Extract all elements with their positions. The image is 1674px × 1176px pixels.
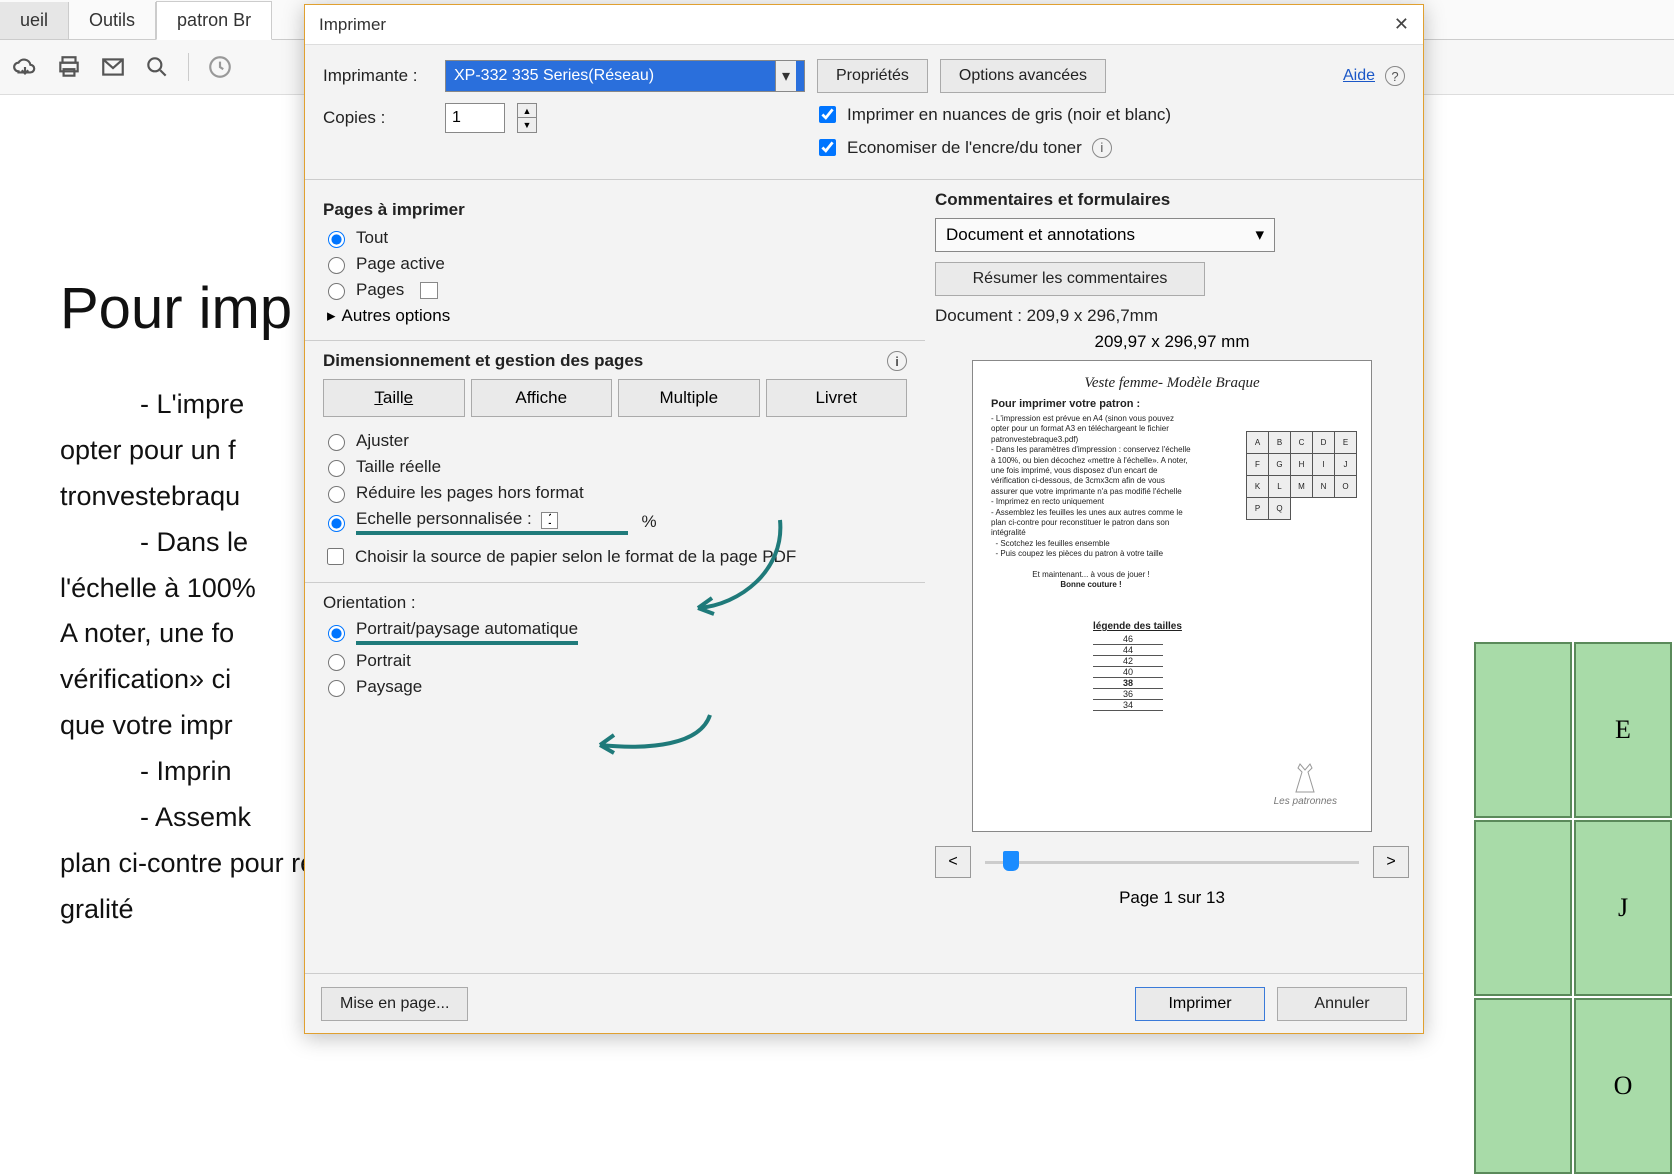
grayscale-checkbox[interactable]: Imprimer en nuances de gris (noir et bla… [815,103,1405,126]
search-icon[interactable] [144,54,170,80]
preview-subtitle: Pour imprimer votre patron : [991,398,1353,410]
print-button[interactable]: Imprimer [1135,987,1265,1021]
radio-landscape[interactable]: Paysage [323,677,907,697]
preview-next-button[interactable]: > [1373,846,1409,878]
radio-portrait-label: Portrait [356,651,411,671]
cloud-icon[interactable] [12,54,38,80]
preview-layout-grid: ABCDE FGHIJ KLMNO PQ [1246,431,1357,520]
radio-fit[interactable]: Ajuster [323,431,907,451]
save-ink-checkbox[interactable]: Economiser de l'encre/du toner [815,136,1082,159]
help-link[interactable]: Aide [1343,67,1375,85]
help-info-icon[interactable]: ? [1385,66,1405,86]
radio-pages-label: Pages [356,280,404,300]
radio-all-label: Tout [356,228,388,248]
size-tab-livret[interactable]: Livret [766,379,908,417]
radio-auto-orientation[interactable]: Portrait/paysage automatique [323,619,907,645]
pattern-grid: E J O [1472,640,1674,1176]
sizing-info-icon[interactable]: i [887,351,907,371]
size-tab-affiche[interactable]: Affiche [471,379,613,417]
grayscale-label: Imprimer en nuances de gris (noir et bla… [847,105,1171,125]
stepper-down-icon[interactable]: ▼ [518,118,536,132]
radio-landscape-label: Paysage [356,677,422,697]
radio-shrink-label: Réduire les pages hors format [356,483,584,503]
tab-home[interactable]: ueil [0,2,69,39]
radio-shrink-oversize[interactable]: Réduire les pages hors format [323,483,907,503]
page-range-input[interactable] [420,282,438,299]
tab-tools[interactable]: Outils [69,2,156,39]
dialog-title: Imprimer [319,15,386,35]
page-setup-button[interactable]: Mise en page... [321,987,468,1021]
close-icon[interactable]: ✕ [1394,14,1409,35]
stepper-up-icon[interactable]: ▲ [518,104,536,118]
paper-source-label: Choisir la source de papier selon le for… [355,547,796,567]
radio-current-page[interactable]: Page active [323,254,907,274]
preview-page-slider[interactable] [985,857,1359,867]
printer-value: XP-332 335 Series(Réseau) [454,67,654,85]
chevron-down-icon: ▾ [775,61,796,91]
more-options-toggle[interactable]: ▸ Autres options [327,306,907,326]
toolbar-divider [188,53,189,81]
radio-actual-label: Taille réelle [356,457,441,477]
triangle-right-icon: ▸ [327,306,336,326]
tab-document[interactable]: patron Br [156,1,272,40]
summarize-comments-button[interactable]: Résumer les commentaires [935,262,1205,296]
preview-prev-button[interactable]: < [935,846,971,878]
radio-page-range[interactable]: Pages [323,280,907,300]
comments-section-title: Commentaires et formulaires [935,190,1170,210]
page-indicator: Page 1 sur 13 [935,888,1409,908]
radio-custom-label: Echelle personnalisée : [356,509,532,528]
copies-label: Copies : [323,108,433,128]
properties-button[interactable]: Propriétés [817,59,928,93]
chevron-down-icon: ▾ [1255,225,1264,245]
preview-size-legend: légende des tailles 46 44 42 40 38 36 34 [1093,621,1182,711]
copies-stepper[interactable]: ▲▼ [517,103,537,133]
size-tab-multiple[interactable]: Multiple [618,379,760,417]
radio-custom-scale[interactable]: Echelle personnalisée : % [323,509,907,535]
radio-auto-label: Portrait/paysage automatique [356,619,578,645]
info-icon[interactable]: i [1092,138,1112,158]
print-dialog: Imprimer ✕ Imprimante : XP-332 335 Serie… [304,4,1424,1034]
comments-value: Document et annotations [946,225,1135,245]
target-icon[interactable] [207,54,233,80]
printer-label: Imprimante : [323,66,433,86]
radio-actual-size[interactable]: Taille réelle [323,457,907,477]
printer-select[interactable]: XP-332 335 Series(Réseau) ▾ [445,60,805,92]
document-dimensions: Document : 209,9 x 296,7mm [935,306,1409,326]
advanced-options-button[interactable]: Options avancées [940,59,1106,93]
orientation-title: Orientation : [323,593,907,613]
preview-title: Veste femme- Modèle Braque [991,375,1353,392]
custom-scale-input[interactable] [541,512,558,529]
cancel-button[interactable]: Annuler [1277,987,1407,1021]
more-options-label: Autres options [342,306,451,326]
pages-section-title: Pages à imprimer [323,200,465,220]
radio-portrait[interactable]: Portrait [323,651,907,671]
radio-fit-label: Ajuster [356,431,409,451]
mail-icon[interactable] [100,54,126,80]
radio-all-pages[interactable]: Tout [323,228,907,248]
sizing-section-title: Dimensionnement et gestion des pages [323,351,643,371]
paper-source-checkbox[interactable]: Choisir la source de papier selon le for… [323,545,907,568]
print-preview: Veste femme- Modèle Braque Pour imprimer… [972,360,1372,832]
copies-input[interactable] [445,103,505,133]
comments-select[interactable]: Document et annotations ▾ [935,218,1275,252]
radio-current-label: Page active [356,254,445,274]
preview-brand: Les patronnes [1274,762,1337,807]
percent-label: % [642,512,657,532]
save-ink-label: Economiser de l'encre/du toner [847,138,1082,158]
preview-dimensions: 209,97 x 296,97 mm [935,332,1409,352]
print-icon[interactable] [56,54,82,80]
size-tab-taille[interactable]: Taille [323,379,465,417]
